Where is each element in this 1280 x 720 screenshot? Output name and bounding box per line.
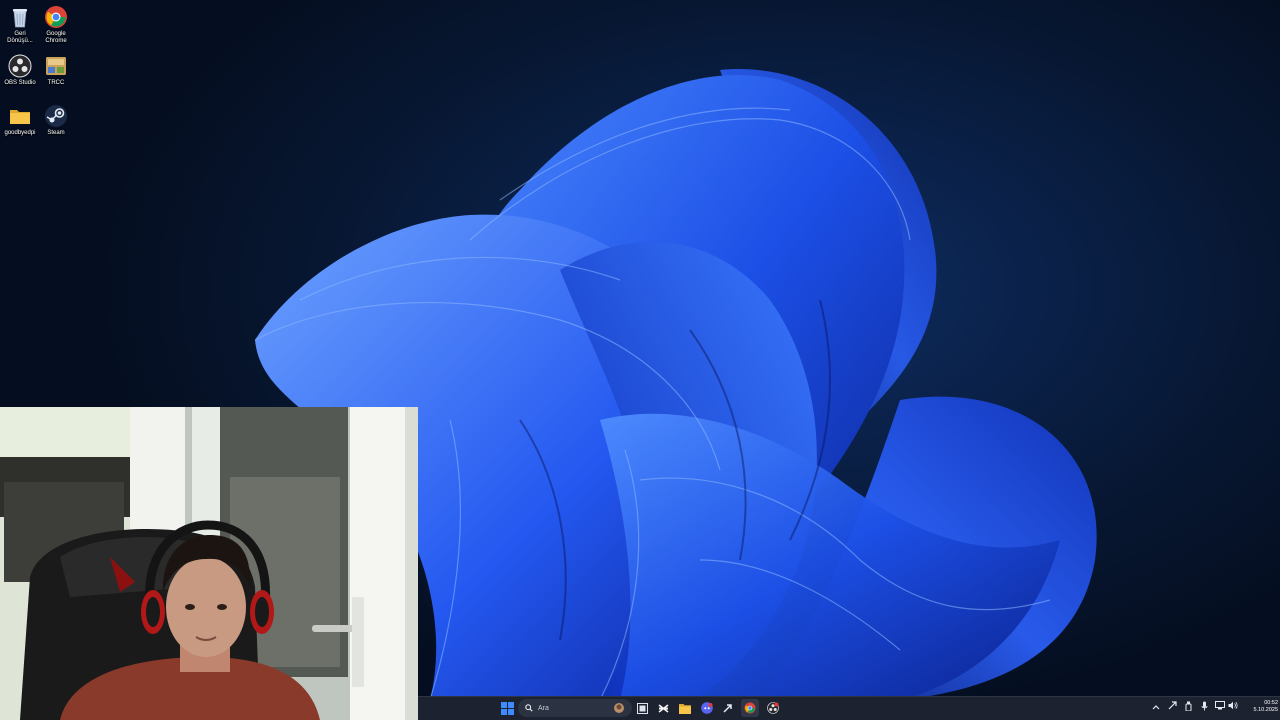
desktop-icon-steam[interactable]: Steam [36, 104, 76, 150]
desktop-icon-goodbyedpi[interactable]: goodbyedpi [0, 104, 40, 150]
tray-microphone-button[interactable] [1198, 701, 1210, 715]
desktop-icon-google-chrome[interactable]: Google Chrome [36, 5, 76, 51]
tray-app-button[interactable] [1166, 701, 1178, 715]
folder-icon [10, 110, 30, 124]
clock-time: 00:52 [1264, 700, 1278, 706]
search-icon [525, 704, 533, 712]
desktop-icon-obs-studio[interactable]: OBS Studio [0, 54, 40, 100]
desktop-icon-label: Geri [14, 31, 26, 37]
taskbar-search-box[interactable]: Ara [518, 699, 632, 717]
taskbar-app-steam[interactable] [719, 699, 737, 717]
taskbar-app-chrome[interactable] [741, 699, 759, 717]
webcam-feed-image [0, 407, 418, 720]
taskbar-app-obs[interactable] [764, 699, 782, 717]
taskbar-app-capcut[interactable] [654, 699, 672, 717]
task-view-icon [636, 702, 648, 714]
taskbar-app-discord[interactable] [698, 699, 716, 717]
steam-icon [45, 105, 67, 127]
recycle-bin-icon [13, 9, 27, 28]
usb-icon [1185, 701, 1191, 712]
chevron-up-icon [1152, 705, 1160, 710]
task-view-button[interactable] [633, 699, 651, 717]
desktop-icon-trcc[interactable]: TRCC [36, 54, 76, 100]
file-explorer-icon [679, 703, 691, 714]
webcam-overlay [0, 407, 418, 720]
desktop-icon-recycle-bin[interactable]: Geri Dönüşü... [0, 5, 40, 51]
microphone-icon [1201, 701, 1207, 711]
taskbar-app-file-explorer[interactable] [676, 699, 694, 717]
desktop-icon-label: Google [46, 31, 66, 37]
start-button[interactable] [498, 699, 516, 717]
show-hidden-icons-button[interactable] [1150, 701, 1162, 715]
obs-icon [767, 702, 779, 714]
chrome-icon [744, 702, 756, 714]
search-highlight-icon [614, 703, 624, 713]
capcut-icon [658, 703, 668, 713]
desktop-icon-label: goodbyedpi [4, 130, 36, 136]
desktop-icon-label: TRCC [47, 80, 65, 86]
tray-app-icon [1168, 701, 1177, 710]
obs-icon [8, 54, 32, 78]
chrome-icon [45, 6, 67, 28]
search-placeholder: Ara [538, 704, 549, 712]
desktop-icon-label: Chrome [45, 38, 67, 44]
steam-icon [723, 704, 732, 713]
desktop-icon-label: OBS Studio [4, 80, 36, 86]
tray-usb-button[interactable] [1182, 701, 1194, 715]
tray-network-button[interactable] [1214, 701, 1226, 715]
volume-icon [1228, 701, 1238, 710]
network-icon [1215, 701, 1225, 710]
taskbar-clock[interactable]: 00:52 5.10.2025 [1238, 700, 1278, 714]
discord-icon [701, 702, 713, 714]
desktop-icon-label: Dönüşü... [7, 38, 33, 44]
trcc-icon [46, 57, 66, 75]
clock-date: 5.10.2025 [1253, 707, 1278, 713]
start-icon [500, 701, 514, 715]
desktop-icon-label: Steam [47, 130, 65, 136]
